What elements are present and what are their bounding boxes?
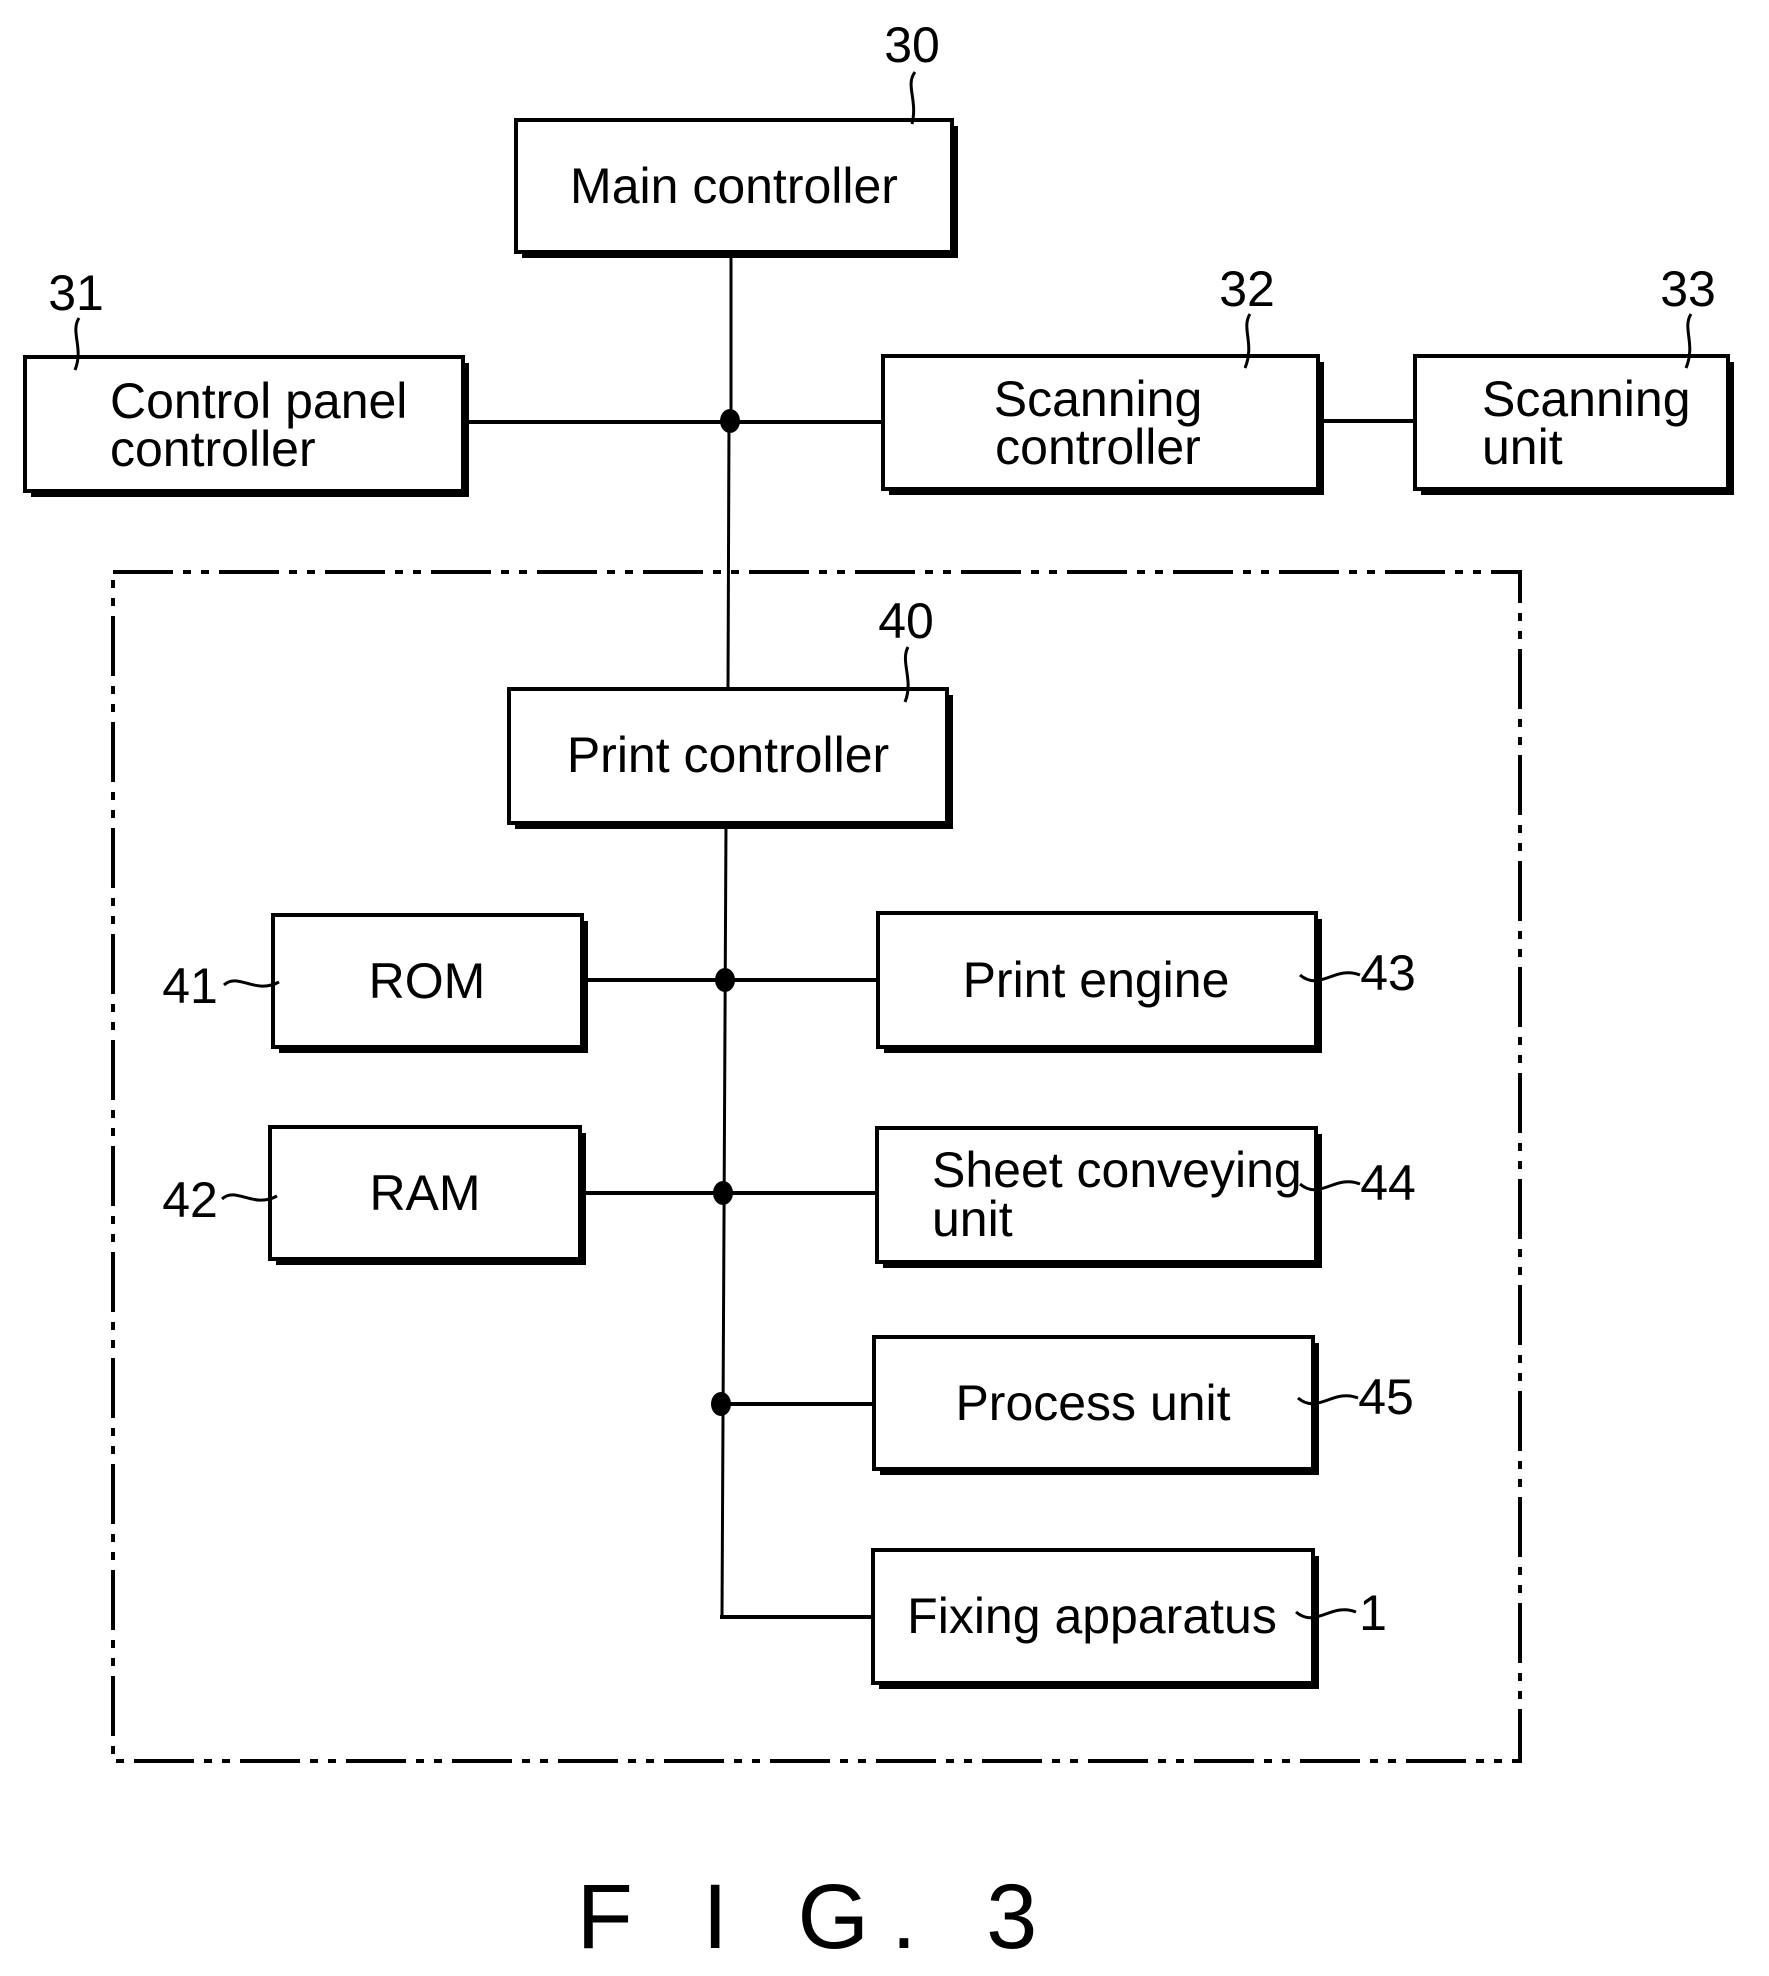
- bus-junction-process-unit: [711, 1392, 731, 1416]
- main-controller-block: Main controller: [514, 118, 958, 258]
- ref-45: 45: [1358, 1369, 1414, 1425]
- print-controller-block: Print controller: [507, 687, 953, 829]
- ref-42: 42: [162, 1172, 218, 1228]
- scanning-unit-label-line2: unit: [1482, 419, 1563, 475]
- rom-label: ROM: [369, 953, 486, 1009]
- control-panel-controller-label-line2: controller: [110, 421, 316, 477]
- block-diagram: Main controller 30 Control panel control…: [23, 17, 1734, 1968]
- fixing-apparatus-block: Fixing apparatus: [871, 1548, 1319, 1689]
- print-controller-label: Print controller: [567, 727, 889, 783]
- sheet-conveying-unit-label-line1: Sheet conveying: [932, 1142, 1302, 1198]
- ref-41: 41: [162, 958, 218, 1014]
- ref-30: 30: [884, 17, 940, 73]
- process-unit-label: Process unit: [955, 1375, 1230, 1431]
- ram-block: RAM: [268, 1125, 586, 1265]
- ref-33: 33: [1660, 261, 1716, 317]
- figure-caption: F I G. 3: [577, 1866, 1060, 1968]
- sheet-conveying-unit-label-line2: unit: [932, 1191, 1013, 1247]
- wire-print-controller-to-bus: [720, 822, 728, 1618]
- ref-31: 31: [48, 265, 104, 321]
- ram-label: RAM: [369, 1165, 480, 1221]
- leader-41: [222, 979, 280, 988]
- ref-43: 43: [1360, 945, 1416, 1001]
- fixing-apparatus-label: Fixing apparatus: [907, 1588, 1277, 1644]
- main-controller-label: Main controller: [570, 158, 898, 214]
- leader-30: [909, 71, 917, 125]
- scanning-controller-block: Scanning controller: [881, 354, 1324, 495]
- ref-32: 32: [1219, 261, 1275, 317]
- ref-40: 40: [878, 593, 934, 649]
- control-panel-controller-block: Control panel controller: [23, 355, 469, 497]
- ref-44: 44: [1360, 1155, 1416, 1211]
- wire-bus-to-print-controller: [726, 420, 731, 690]
- scanning-controller-label-line2: controller: [995, 419, 1201, 475]
- print-engine-block: Print engine: [876, 911, 1322, 1053]
- bus-junction-rom-print-engine: [715, 968, 735, 992]
- bus-junction-ram-sheet-conveying: [713, 1181, 733, 1205]
- print-engine-label: Print engine: [963, 952, 1230, 1008]
- rom-block: ROM: [271, 913, 588, 1053]
- process-unit-block: Process unit: [872, 1335, 1319, 1475]
- scanning-unit-block: Scanning unit: [1413, 354, 1734, 495]
- sheet-conveying-unit-block: Sheet conveying unit: [875, 1126, 1322, 1268]
- bus-junction-upper: [720, 409, 740, 433]
- ref-1: 1: [1359, 1585, 1387, 1641]
